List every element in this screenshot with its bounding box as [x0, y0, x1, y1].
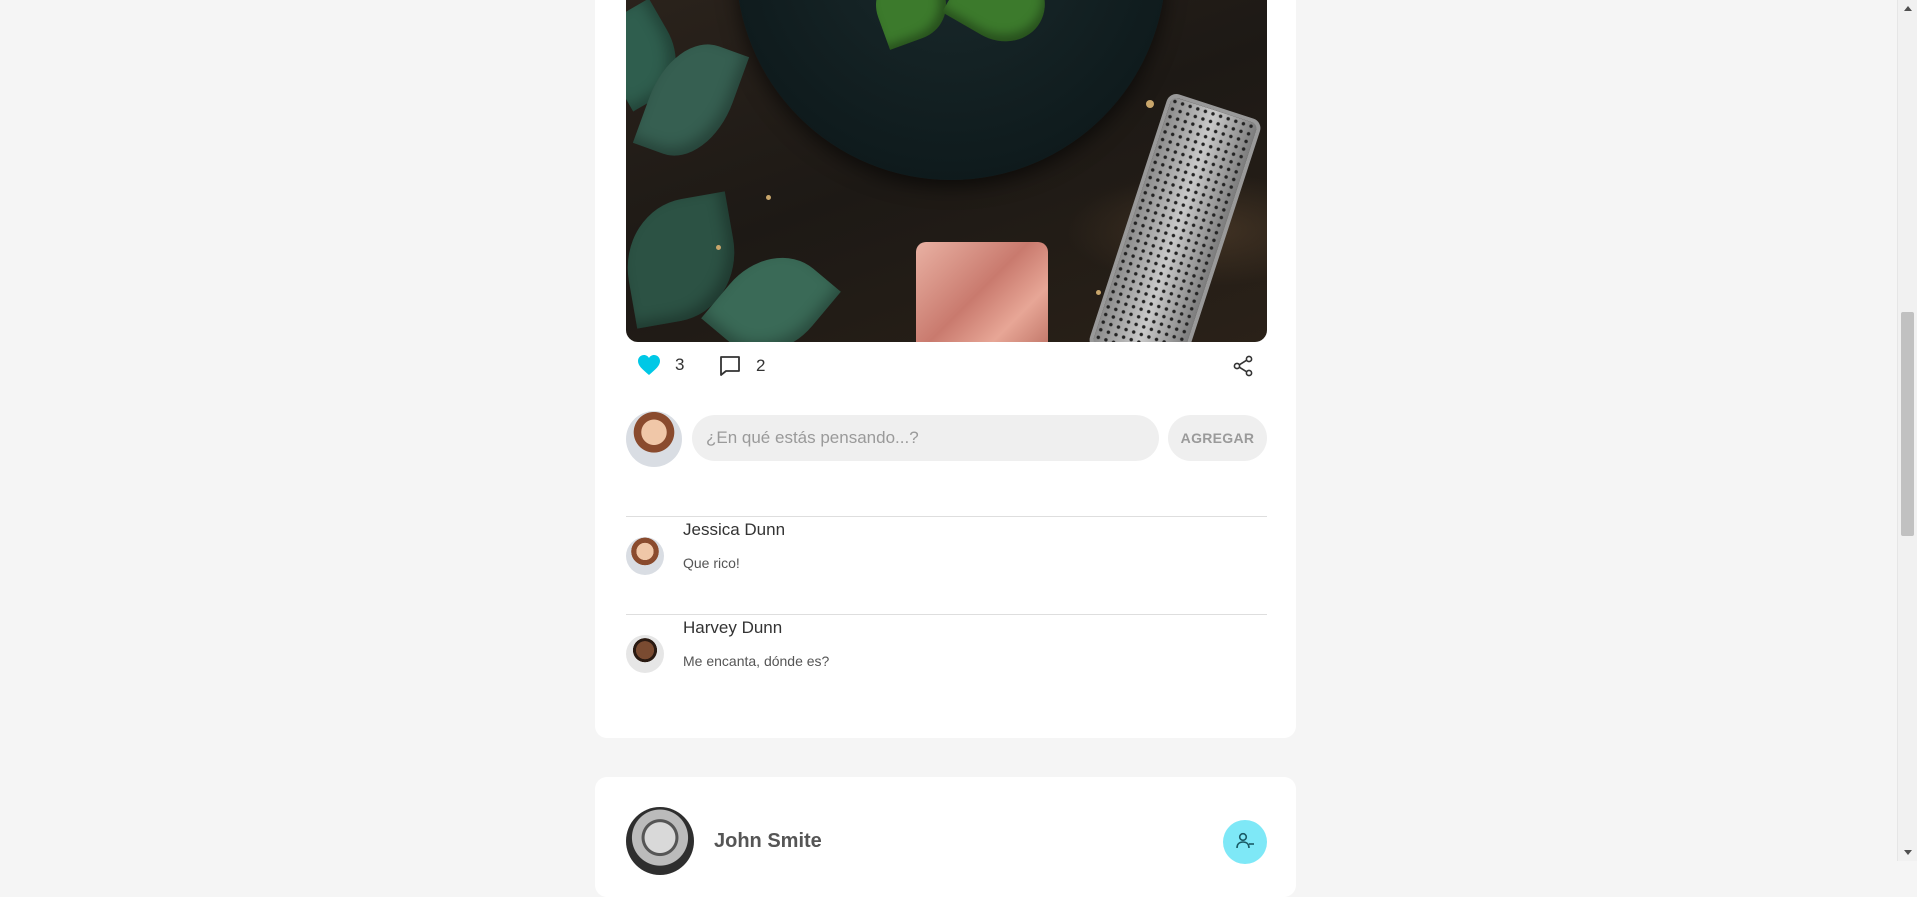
like-action[interactable]: 3	[637, 354, 684, 376]
crumb	[1096, 290, 1101, 295]
salt-block-graphic	[916, 242, 1048, 342]
divider	[626, 614, 1267, 615]
user-minus-icon	[1235, 831, 1255, 854]
crumb	[766, 195, 771, 200]
comment-avatar	[626, 635, 664, 673]
unfollow-button[interactable]	[1223, 820, 1267, 864]
add-comment-button[interactable]: AGREGAR	[1168, 415, 1267, 461]
grater-graphic	[1086, 91, 1264, 342]
scrollbar-thumb[interactable]	[1901, 312, 1914, 536]
comments-count: 2	[756, 356, 766, 375]
next-post-card: John Smite	[595, 777, 1296, 897]
crumb	[716, 245, 721, 250]
plate-graphic	[736, 0, 1166, 180]
scroll-down-arrow-icon[interactable]	[1898, 845, 1917, 861]
divider	[626, 516, 1267, 517]
post-image[interactable]	[626, 0, 1267, 342]
share-icon[interactable]	[1232, 355, 1254, 377]
comment-author: Jessica Dunn	[683, 520, 786, 539]
comment-avatar	[626, 537, 664, 575]
heart-icon[interactable]	[637, 354, 661, 376]
comment-input[interactable]	[692, 415, 1159, 461]
crumb	[1146, 100, 1154, 108]
current-user-avatar	[626, 411, 682, 467]
comment-text: Me encanta, dónde es?	[683, 653, 830, 669]
scroll-up-arrow-icon[interactable]	[1898, 0, 1917, 16]
page-scrollbar[interactable]	[1897, 0, 1917, 861]
comment-action[interactable]: 2	[718, 354, 765, 378]
comment-icon[interactable]	[718, 354, 742, 378]
author-name[interactable]: John Smite	[714, 830, 822, 853]
comment-author: Harvey Dunn	[683, 618, 783, 637]
likes-count: 3	[675, 355, 685, 374]
author-avatar[interactable]	[626, 807, 694, 875]
comment-text: Que rico!	[683, 555, 740, 571]
post-card: 3 2 AGREGAR Jessica Dunn Que rico! Harve…	[595, 0, 1296, 738]
